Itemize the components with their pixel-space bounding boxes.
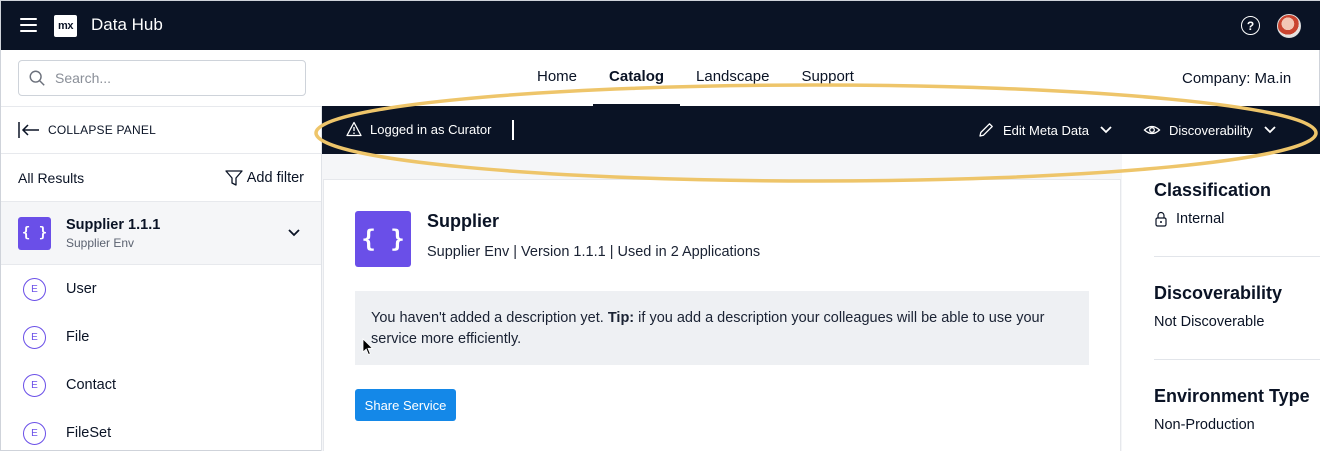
entity-item[interactable]: E FileSet <box>1 409 321 451</box>
selected-service-title: Supplier 1.1.1 <box>66 216 161 233</box>
results-header: All Results Add filter <box>1 154 321 202</box>
service-title: Supplier <box>427 211 500 231</box>
lock-icon <box>1155 211 1167 227</box>
add-filter-label: Add filter <box>246 169 304 186</box>
entity-icon: E <box>23 277 46 301</box>
selected-service-subtitle: Supplier Env <box>66 235 135 250</box>
environment-type-section: Environment Type Non-Production <box>1154 386 1320 433</box>
entity-icon: E <box>23 421 46 445</box>
divider <box>1154 359 1320 360</box>
arrow-left-icon <box>18 122 39 138</box>
entity-icon: E <box>23 373 46 397</box>
all-results-label: All Results <box>18 169 85 186</box>
service-icon: { } <box>18 216 51 250</box>
entity-label: FileSet <box>66 425 112 441</box>
share-service-button[interactable]: Share Service <box>355 389 456 421</box>
divider <box>512 120 514 140</box>
classification-value-row: Internal <box>1154 211 1320 227</box>
chevron-down-icon <box>1264 126 1276 134</box>
discoverability-label: Discoverability <box>1169 122 1253 138</box>
tab-home[interactable]: Home <box>521 50 593 106</box>
environment-type-value: Non-Production <box>1154 417 1255 433</box>
filter-icon <box>225 169 243 186</box>
chevron-down-icon[interactable] <box>287 226 301 240</box>
selected-service-item[interactable]: { } Supplier 1.1.1 Supplier Env <box>1 202 321 265</box>
tab-support[interactable]: Support <box>785 50 870 106</box>
curator-status-text: Logged in as Curator <box>370 121 492 137</box>
classification-value: Internal <box>1176 211 1225 227</box>
entity-label: File <box>66 329 90 345</box>
entity-item[interactable]: E User <box>1 265 321 313</box>
description-tip-label: Tip: <box>607 310 635 326</box>
entity-label: User <box>66 281 97 297</box>
entity-item[interactable]: E Contact <box>1 361 321 409</box>
curator-bar: Logged in as Curator Edit Meta Data Disc… <box>322 106 1320 154</box>
classification-section: Classification Internal <box>1154 180 1320 227</box>
discoverability-heading: Discoverability <box>1154 283 1283 303</box>
app-title: Data Hub <box>91 15 163 34</box>
top-bar: mx Data Hub ? <box>1 1 1320 50</box>
service-meta: Supplier Env | Version 1.1.1 | Used in 2… <box>427 244 761 260</box>
discoverability-section: Discoverability Not Discoverable <box>1154 283 1320 330</box>
entity-label: Contact <box>66 377 116 393</box>
curator-status: Logged in as Curator <box>346 121 491 137</box>
eye-icon <box>1143 125 1161 135</box>
add-filter-button[interactable]: Add filter <box>225 169 304 187</box>
environment-type-heading: Environment Type <box>1154 386 1310 406</box>
collapse-panel-label: COLLAPSE PANEL <box>48 123 156 137</box>
entity-icon: E <box>23 325 46 349</box>
mendix-logo: mx <box>54 15 77 37</box>
pencil-icon <box>979 123 993 137</box>
classification-heading: Classification <box>1154 180 1272 200</box>
search-input[interactable] <box>55 70 285 86</box>
discoverability-value: Not Discoverable <box>1154 314 1265 330</box>
collapse-panel-button[interactable]: COLLAPSE PANEL <box>1 106 321 154</box>
results-sidebar: COLLAPSE PANEL All Results Add filter { … <box>1 106 322 451</box>
description-text: You haven't added a description yet. <box>371 310 608 326</box>
mouse-cursor-icon <box>362 338 374 356</box>
tab-landscape[interactable]: Landscape <box>680 50 785 106</box>
description-placeholder: You haven't added a description yet. Tip… <box>355 291 1089 365</box>
service-icon-large: { } <box>355 211 411 267</box>
entity-item[interactable]: E File <box>1 313 321 361</box>
warning-icon <box>346 121 362 137</box>
discoverability-dropdown[interactable]: Discoverability <box>1143 121 1279 139</box>
chevron-down-icon <box>1100 126 1112 134</box>
company-label: Company: Ma.in <box>1182 70 1292 87</box>
user-avatar[interactable] <box>1277 14 1301 38</box>
search-box <box>18 60 306 96</box>
main-nav: Home Catalog Landscape Support <box>521 50 870 106</box>
edit-meta-data-dropdown[interactable]: Edit Meta Data <box>977 121 1115 139</box>
menu-icon[interactable] <box>20 18 37 32</box>
tab-catalog[interactable]: Catalog <box>593 50 681 106</box>
service-properties-panel: Classification Internal Discoverability … <box>1122 154 1320 451</box>
help-icon[interactable]: ? <box>1241 16 1260 35</box>
divider <box>1154 256 1320 257</box>
edit-meta-data-label: Edit Meta Data <box>1003 122 1089 138</box>
search-icon <box>29 70 45 86</box>
